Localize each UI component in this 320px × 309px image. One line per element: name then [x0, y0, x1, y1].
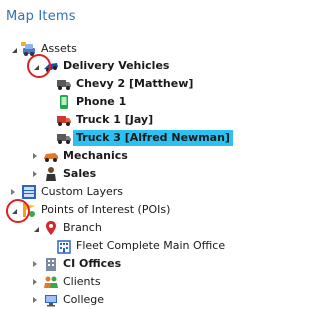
- phone-icon: [56, 94, 72, 110]
- poi-icon: [21, 202, 37, 218]
- tree-node-label: Chevy 2 [Matthew]: [76, 77, 194, 90]
- tree-node-custom-layers[interactable]: Custom Layers: [8, 183, 123, 201]
- tree-node-mechanics[interactable]: Mechanics: [30, 147, 128, 165]
- tree-node-ci-offices[interactable]: CI Offices: [30, 255, 121, 273]
- tree-node-label: Fleet Complete Main Office: [76, 239, 226, 252]
- truck-red-icon: [56, 112, 72, 128]
- tree-node-sales[interactable]: Sales: [30, 165, 96, 183]
- expand-toggle[interactable]: [30, 169, 40, 179]
- layers-icon: [21, 184, 37, 200]
- office-icon: [43, 256, 59, 272]
- college-icon: [43, 292, 59, 308]
- tree-node-delivery-vehicles[interactable]: Delivery Vehicles: [30, 57, 169, 75]
- tree-node-label: Phone 1: [76, 95, 127, 108]
- tree-node-label: Points of Interest (POIs): [41, 203, 171, 216]
- tree-node-label: Truck 1 [Jay]: [76, 113, 154, 126]
- truck-blue-icon: [43, 58, 59, 74]
- assets-icon: [21, 41, 37, 57]
- expand-toggle[interactable]: [8, 205, 18, 215]
- tree-node-label: CI Offices: [63, 257, 122, 270]
- tree-node-label: Sales: [63, 167, 97, 180]
- tree-node-branch[interactable]: Branch: [30, 219, 102, 237]
- tree-node-truck1[interactable]: Truck 1 [Jay]: [56, 111, 153, 129]
- tree-node-label-selected: Truck 3 [Alfred Newman]: [73, 130, 233, 146]
- expand-toggle[interactable]: [30, 295, 40, 305]
- tree-node-label: Custom Layers: [41, 185, 124, 198]
- panel-title: Map Items: [6, 9, 76, 24]
- tree-node-label: Assets: [41, 42, 77, 55]
- tree-node-truck3[interactable]: Truck 3 [Alfred Newman]: [56, 129, 233, 147]
- expand-toggle[interactable]: [30, 151, 40, 161]
- tree-node-label: Mechanics: [63, 149, 128, 162]
- tree-node-college[interactable]: College: [30, 291, 104, 309]
- expand-toggle[interactable]: [8, 187, 18, 197]
- expand-toggle[interactable]: [30, 61, 40, 71]
- person-icon: [43, 166, 59, 182]
- tree-node-label: Branch: [63, 221, 102, 234]
- clients-icon: [43, 274, 59, 290]
- tree-node-clients[interactable]: Clients: [30, 273, 101, 291]
- expand-toggle[interactable]: [8, 44, 18, 54]
- expand-toggle[interactable]: [30, 277, 40, 287]
- tree-node-fleet-office[interactable]: Fleet Complete Main Office: [56, 237, 225, 255]
- tree-node-poi[interactable]: Points of Interest (POIs): [8, 201, 170, 219]
- expand-toggle[interactable]: [30, 259, 40, 269]
- truck-icon: [56, 76, 72, 92]
- car-icon: [43, 148, 59, 164]
- truck-icon: [56, 130, 72, 146]
- building-icon: [56, 238, 72, 254]
- tree-node-chevy[interactable]: Chevy 2 [Matthew]: [56, 75, 193, 93]
- tree-node-phone[interactable]: Phone 1: [56, 93, 126, 111]
- pin-icon: [43, 220, 59, 236]
- expand-toggle[interactable]: [30, 223, 40, 233]
- tree-node-label: Delivery Vehicles: [63, 59, 170, 72]
- tree-node-assets[interactable]: Assets: [8, 40, 77, 58]
- tree-node-label: Clients: [63, 275, 101, 288]
- tree-node-label: College: [63, 293, 105, 306]
